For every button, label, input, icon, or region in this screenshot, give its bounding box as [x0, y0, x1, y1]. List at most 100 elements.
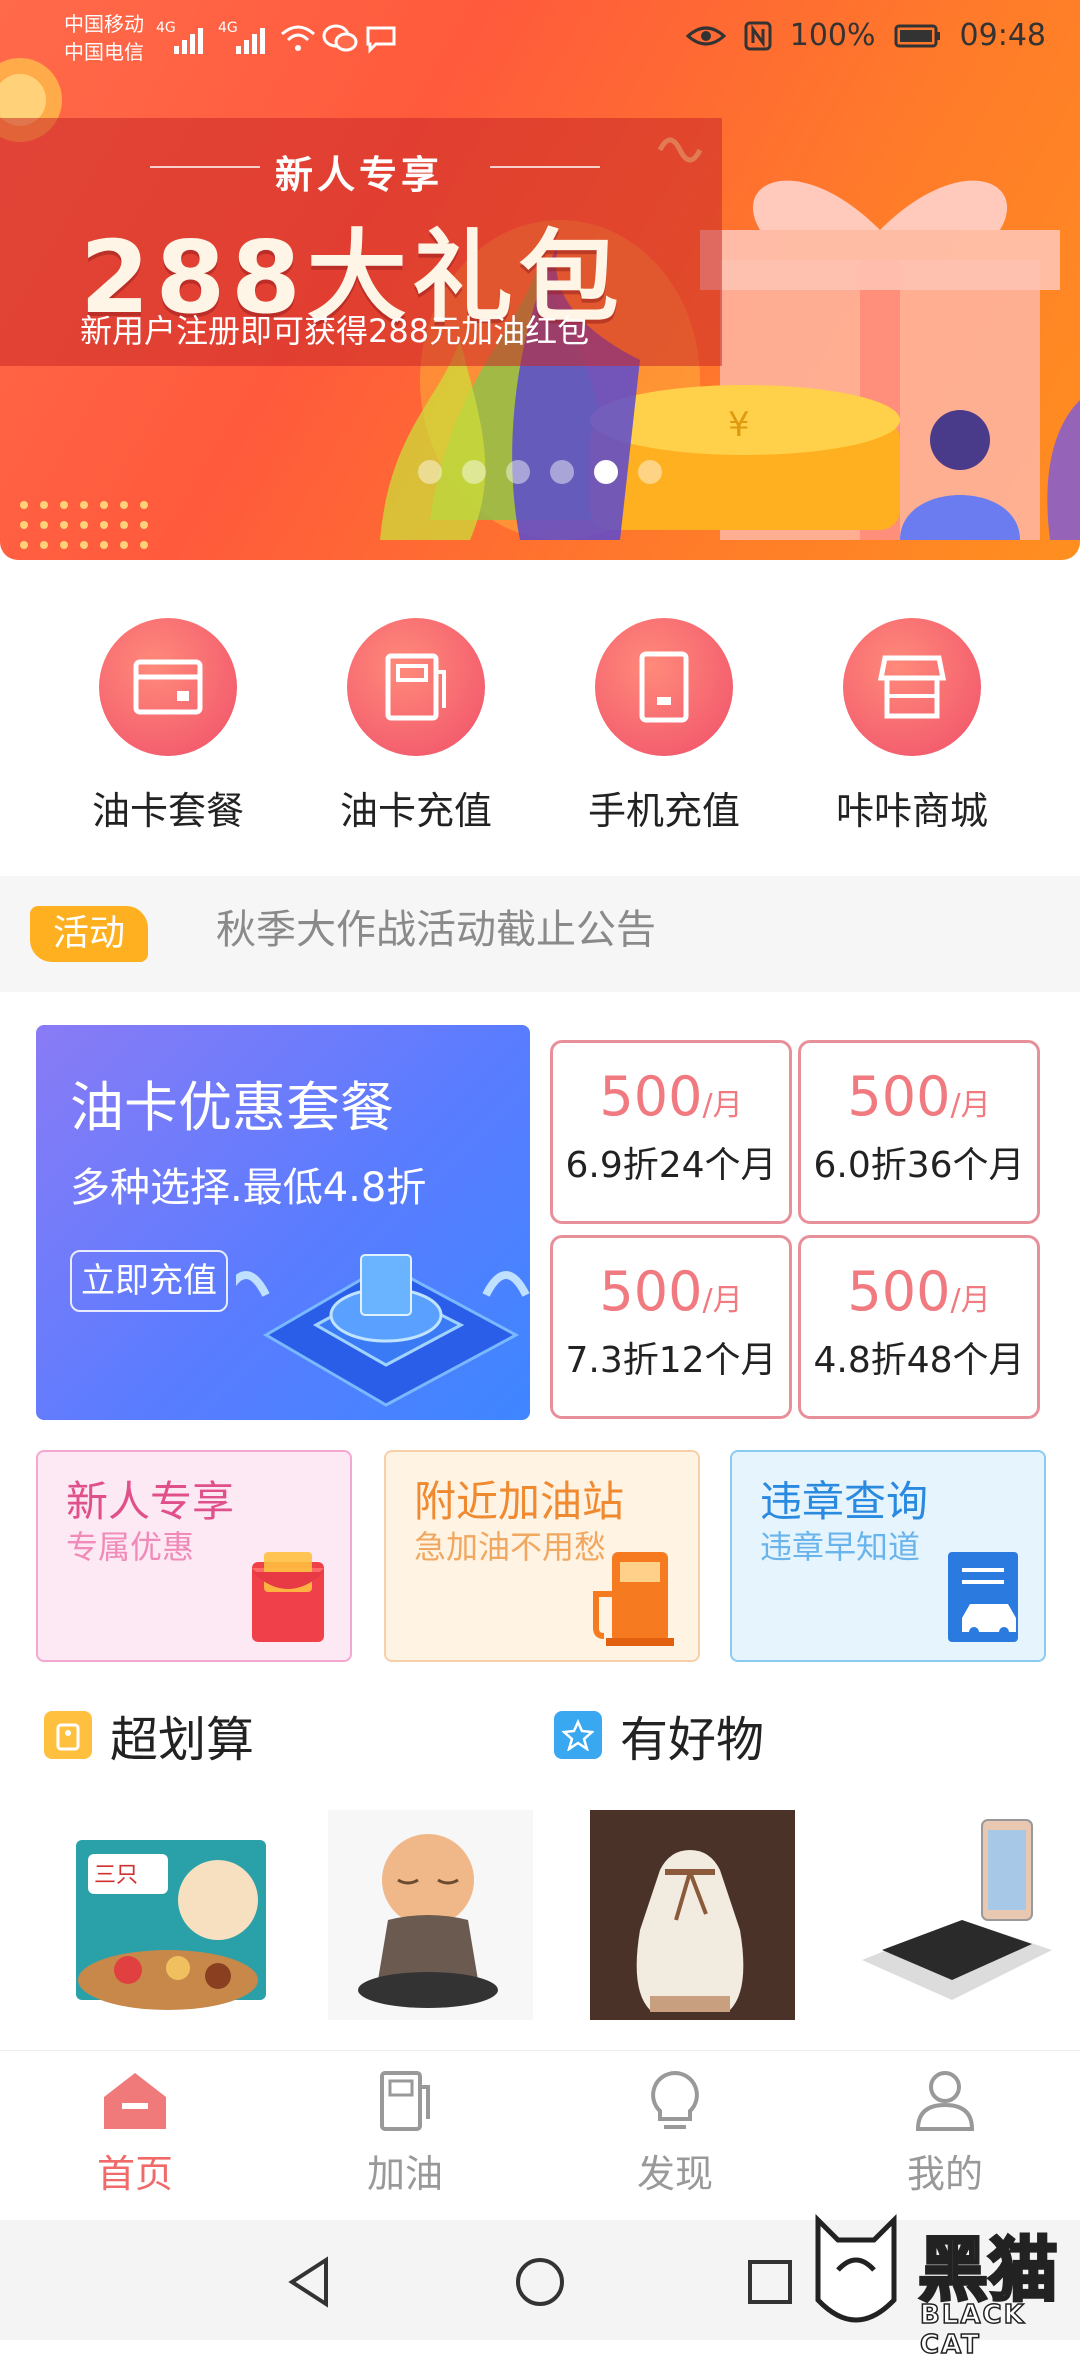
price-unit: /月: [950, 1283, 991, 1318]
battery-icon: [894, 24, 940, 47]
user-icon: [915, 2071, 975, 2131]
store-icon: [843, 618, 981, 756]
carrier-info: 中国移动 中国电信: [64, 10, 144, 66]
price-description: 6.0折36个月: [813, 1145, 1025, 1186]
feature-card-newcomer[interactable]: 新人专享 专属优惠: [36, 1450, 352, 1662]
status-bar: 中国移动 中国电信 4G 4G 100% 09:48: [0, 0, 1080, 78]
tab-label: 加油: [366, 2152, 443, 2196]
feature-subtitle: 急加油不用愁: [414, 1528, 607, 1566]
aroma-diffuser-product[interactable]: [590, 1810, 795, 2020]
back-icon[interactable]: [282, 2254, 338, 2310]
section-header-deals[interactable]: 超划算: [44, 1700, 254, 1770]
price-amount: 500: [847, 1260, 951, 1323]
quick-entry-oil-card-package[interactable]: 油卡套餐: [68, 618, 268, 835]
price-description: 7.3折12个月: [565, 1340, 777, 1381]
banner-description: 新用户注册即可获得288元加油红包: [80, 312, 590, 350]
tab-label: 首页: [96, 2152, 173, 2196]
pagination-dot[interactable]: [550, 460, 574, 484]
red-envelope-icon: [252, 1552, 324, 1642]
quick-entry-label: 咔咔商城: [835, 789, 988, 833]
banner-divider-left: [150, 166, 260, 168]
section-header-good-stuff[interactable]: 有好物: [554, 1700, 764, 1770]
message-icon: [366, 26, 396, 54]
price-amount: 500: [599, 1065, 703, 1128]
wechat-icon: [322, 24, 358, 52]
quick-entry-phone-recharge[interactable]: 手机充值: [564, 618, 764, 835]
tab-discover[interactable]: 发现: [590, 2069, 760, 2198]
price-description: 6.9折24个月: [565, 1145, 777, 1186]
tab-profile[interactable]: 我的: [860, 2069, 1030, 2198]
home-nav-icon[interactable]: [512, 2254, 568, 2310]
star-icon: [554, 1711, 602, 1759]
wifi-icon: [281, 25, 315, 51]
aroma-diffuser-image: [590, 1810, 795, 2020]
tab-label: 发现: [636, 2152, 713, 2196]
phone-stand-product[interactable]: [852, 1810, 1057, 2020]
promo-banner[interactable]: ¥ 新人专享 288大礼包 新用户注册即可获得288元加油红包: [0, 0, 1080, 560]
pagination-dot[interactable]: [462, 460, 486, 484]
recharge-now-button[interactable]: 立即充值: [70, 1250, 228, 1312]
notice-bar[interactable]: 活动 秋季大作战活动截止公告: [0, 876, 1080, 992]
pagination-dot[interactable]: [418, 460, 442, 484]
svg-text:¥: ¥: [728, 405, 750, 445]
feature-title: 附近加油站: [414, 1477, 625, 1526]
feature-card-nearby-station[interactable]: 附近加油站 急加油不用愁: [384, 1450, 700, 1662]
quick-entry-label: 油卡套餐: [91, 789, 244, 833]
price-option[interactable]: 500/月 4.8折48个月: [798, 1235, 1040, 1419]
pagination-dot-active[interactable]: [594, 460, 618, 484]
feature-subtitle: 专属优惠: [66, 1528, 195, 1566]
price-option[interactable]: 500/月 7.3折12个月: [550, 1235, 792, 1419]
price-unit: /月: [702, 1283, 743, 1318]
price-amount: 500: [599, 1260, 703, 1323]
nfc-icon: [744, 21, 772, 50]
home-icon: [104, 2073, 166, 2129]
price-description: 4.8折48个月: [813, 1340, 1025, 1381]
signal-icon: [236, 28, 265, 54]
package-subtitle: 多种选择.最低4.8折: [70, 1165, 427, 1211]
price-option[interactable]: 500/月 6.9折24个月: [550, 1040, 792, 1224]
feature-card-violation-query[interactable]: 违章查询 违章早知道: [730, 1450, 1046, 1662]
notice-text[interactable]: 秋季大作战活动截止公告: [216, 902, 656, 958]
package-title: 油卡优惠套餐: [70, 1076, 394, 1139]
svg-text:三只: 三只: [94, 1863, 138, 1888]
quick-entry-label: 油卡充值: [339, 789, 492, 833]
oil-card-package-card[interactable]: 油卡优惠套餐 多种选择.最低4.8折 立即充值: [36, 1025, 530, 1420]
watermark-text-en: BLACK CAT: [919, 2299, 1026, 2360]
notice-tag: 活动: [30, 906, 148, 962]
cat-logo: [815, 2213, 897, 2323]
snack-box-product[interactable]: 三只: [68, 1810, 273, 2020]
price-option[interactable]: 500/月 6.0折36个月: [798, 1040, 1040, 1224]
signal-icon: [174, 28, 203, 54]
phone-icon: [595, 618, 733, 756]
feature-title: 新人专享: [66, 1477, 235, 1526]
tab-home[interactable]: 首页: [50, 2069, 220, 2198]
quick-entry-oil-card-recharge[interactable]: 油卡充值: [316, 618, 516, 835]
tab-label: 我的: [906, 2152, 983, 2196]
fuel-recharge-icon: [347, 618, 485, 756]
price-unit: /月: [950, 1088, 991, 1123]
tab-refuel[interactable]: 加油: [320, 2069, 490, 2198]
monk-figurine-product[interactable]: [328, 1810, 533, 2020]
tag-icon: [44, 1711, 92, 1759]
carrier-2: 中国电信: [64, 40, 144, 64]
banner-pagination[interactable]: [418, 460, 662, 484]
carrier-1: 中国移动: [64, 12, 144, 36]
section-title: 超划算: [110, 1712, 255, 1768]
section-title: 有好物: [620, 1712, 765, 1768]
bulb-icon: [651, 2070, 699, 2129]
status-right: 100% 09:48: [685, 18, 1046, 53]
gas-pump-icon: [593, 1552, 674, 1646]
recent-apps-icon[interactable]: [742, 2254, 798, 2310]
banner-divider-right: [490, 166, 600, 168]
clock: 09:48: [959, 18, 1046, 53]
pagination-dot[interactable]: [506, 460, 530, 484]
pagination-dot[interactable]: [638, 460, 662, 484]
fuel-icon: [380, 2071, 430, 2131]
watermark: 黑猫 BLACK CAT: [808, 2210, 1078, 2360]
banner-subtitle: 新人专享: [275, 153, 444, 197]
card-icon: [99, 618, 237, 756]
quick-entry-label: 手机充值: [587, 789, 740, 833]
quick-entry-store[interactable]: 咔咔商城: [812, 618, 1012, 835]
battery-percent: 100%: [789, 18, 876, 53]
bottom-tab-bar: 首页 加油 发现 我的: [0, 2050, 1080, 2221]
